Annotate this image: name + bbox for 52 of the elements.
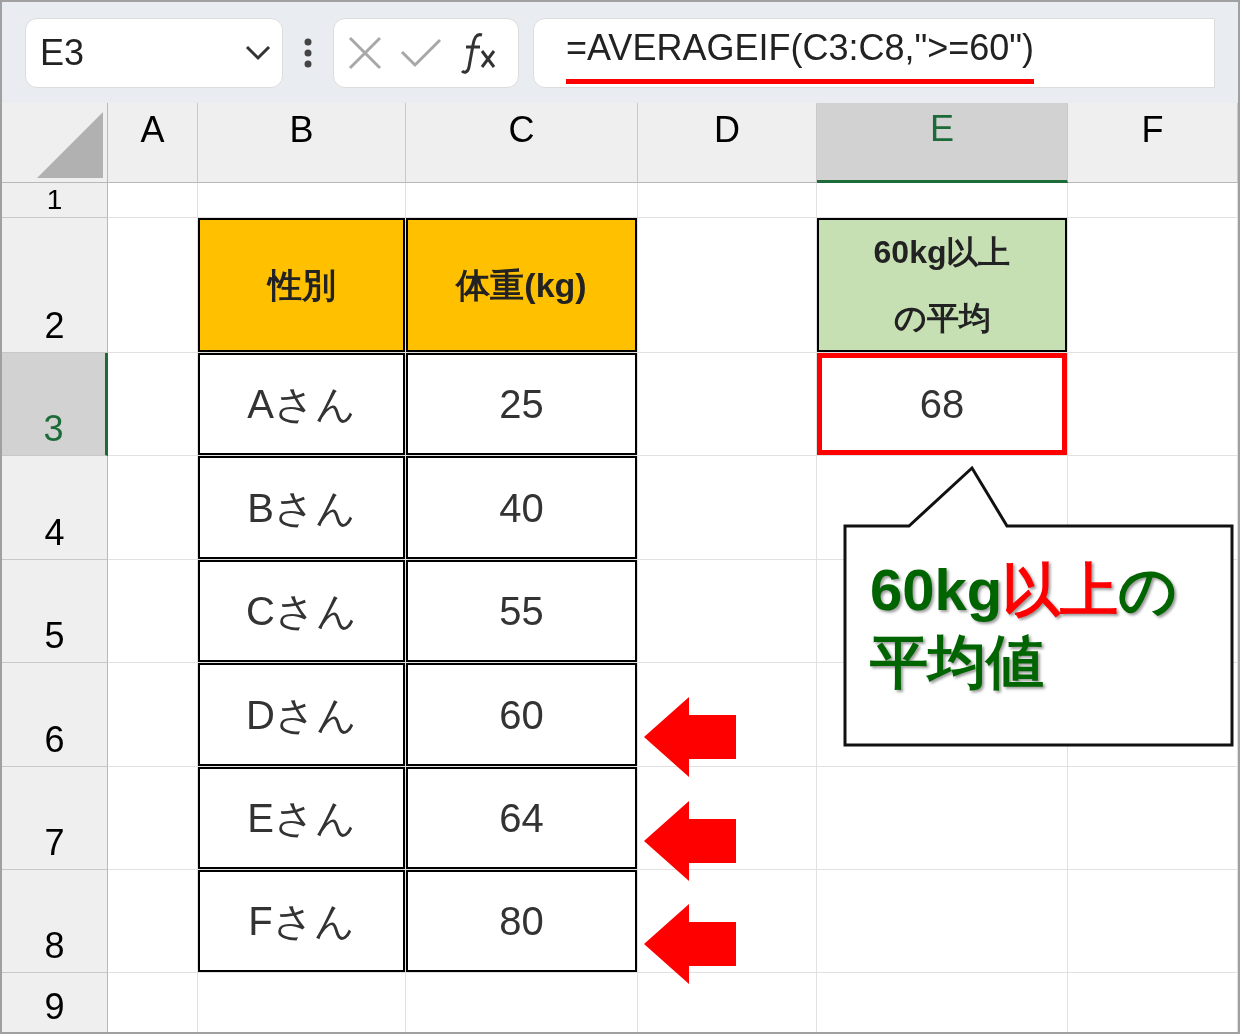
row-header[interactable]: 9 <box>2 973 108 1032</box>
row-header[interactable]: 7 <box>2 767 108 870</box>
table-cell: 60 <box>406 663 637 766</box>
table-cell: Cさん <box>198 560 405 662</box>
table-cell: 性別 <box>198 218 405 352</box>
table-cell: Fさん <box>198 870 405 972</box>
table-cell: 40 <box>406 456 637 559</box>
table-cell[interactable] <box>638 560 817 663</box>
column-header[interactable]: D <box>638 103 817 183</box>
row-header[interactable]: 6 <box>2 663 108 767</box>
table-cell[interactable] <box>1068 870 1238 973</box>
column-header[interactable]: C <box>406 103 638 183</box>
formula-field[interactable]: =AVERAGEIF(C3:C8,">=60") <box>533 17 1215 88</box>
cancel-icon[interactable] <box>348 35 382 70</box>
table-cell: 60kg以上 の平均 <box>817 218 1067 352</box>
more-vertical-icon[interactable] <box>304 37 312 68</box>
select-all-triangle-icon[interactable] <box>37 112 103 178</box>
formula-text: =AVERAGEIF(C3:C8,">=60") <box>566 21 1035 84</box>
table-cell: 64 <box>406 767 637 869</box>
table-cell[interactable] <box>1068 218 1238 353</box>
callout-text: 60kg以上の 平均値 <box>870 556 1178 696</box>
table-cell[interactable] <box>638 183 817 218</box>
cell-reference: E3 <box>40 30 85 75</box>
table-cell[interactable] <box>817 767 1068 870</box>
column-header[interactable]: E <box>817 103 1068 183</box>
row-header[interactable]: 5 <box>2 560 108 663</box>
name-box[interactable]: E3 <box>25 17 283 88</box>
row-header[interactable]: 1 <box>2 183 108 218</box>
table-cell[interactable] <box>108 183 198 218</box>
table-cell: 体重(kg) <box>406 218 637 352</box>
row-header[interactable]: 8 <box>2 870 108 973</box>
table-cell: 55 <box>406 560 637 662</box>
column-header[interactable]: B <box>198 103 406 183</box>
column-header[interactable]: F <box>1068 103 1238 183</box>
row-header[interactable]: 3 <box>2 353 108 456</box>
table-cell: 25 <box>406 353 637 455</box>
table-cell: Bさん <box>198 456 405 559</box>
table-cell: Eさん <box>198 767 405 869</box>
column-header[interactable]: A <box>108 103 198 183</box>
table-cell[interactable] <box>638 456 817 560</box>
table-cell[interactable] <box>1068 183 1238 218</box>
table-cell: 80 <box>406 870 637 972</box>
chevron-down-icon[interactable] <box>244 43 272 62</box>
table-cell: 68 <box>817 353 1067 455</box>
table-cell[interactable] <box>1068 353 1238 456</box>
row-header[interactable]: 4 <box>2 456 108 560</box>
table-cell: Aさん <box>198 353 405 455</box>
table-cell[interactable] <box>817 870 1068 973</box>
row-header[interactable]: 2 <box>2 218 108 353</box>
table-cell: Dさん <box>198 663 405 766</box>
table-cell[interactable] <box>1068 767 1238 870</box>
checkmark-icon[interactable] <box>400 37 442 68</box>
